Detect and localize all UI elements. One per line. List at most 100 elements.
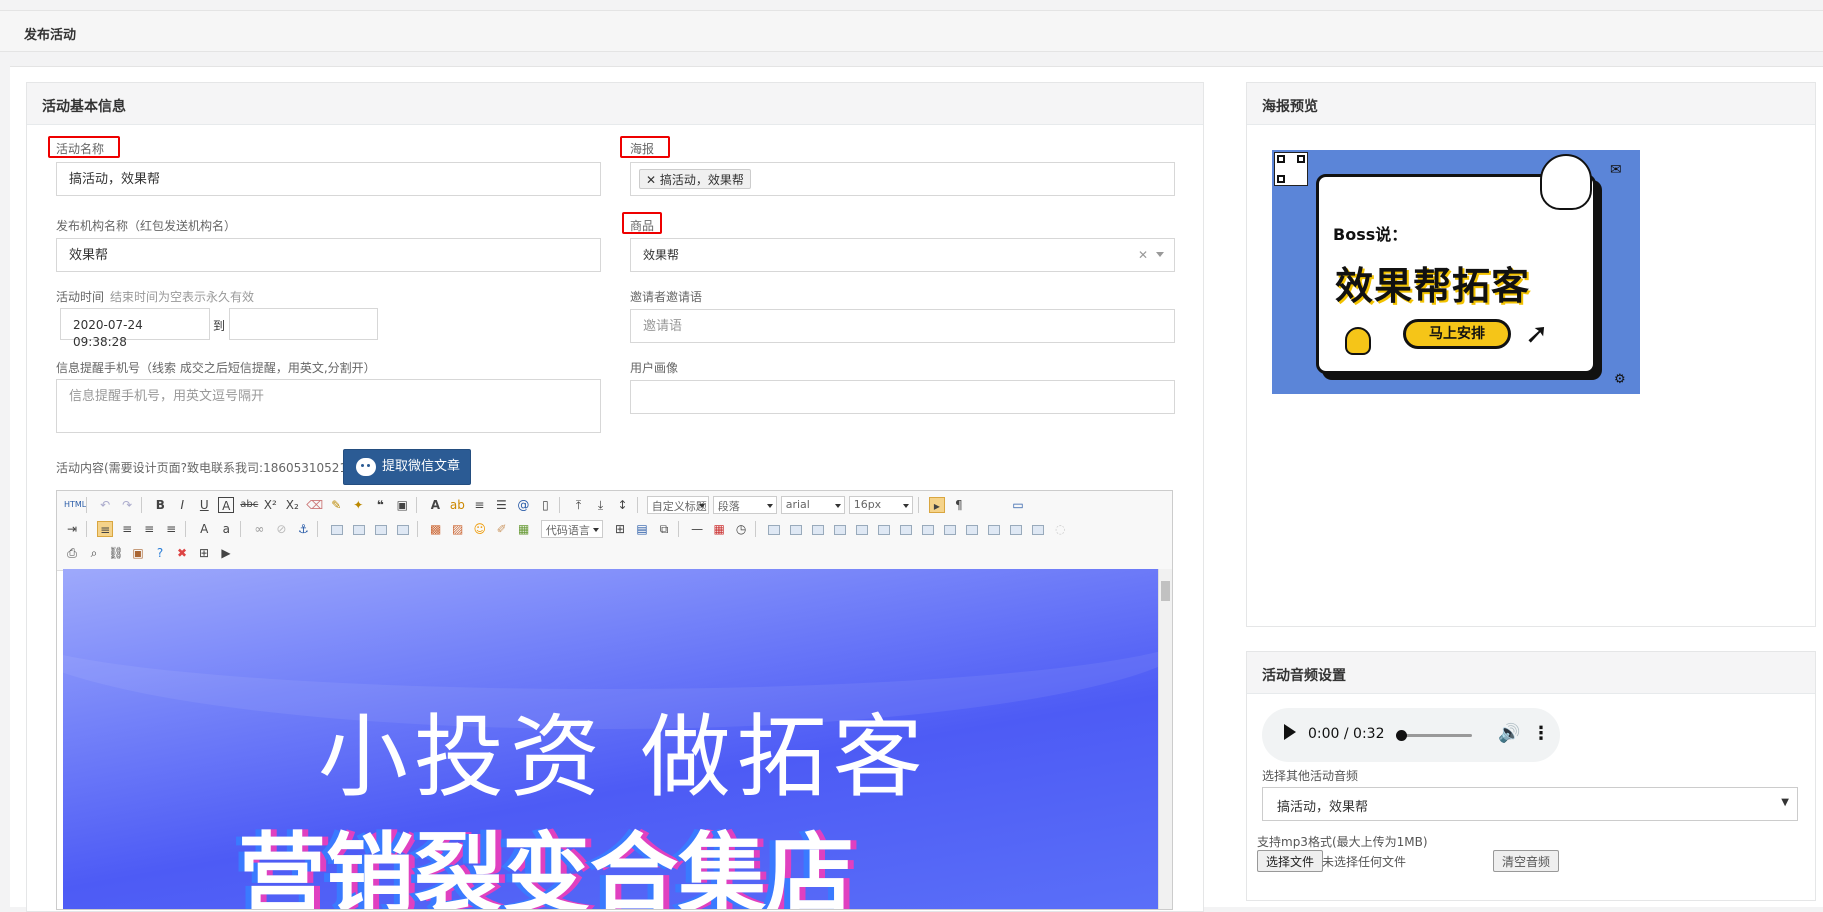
attachment-icon[interactable]: ⧉ [656, 521, 672, 537]
goods-select[interactable]: 效果帮 ✕ [630, 238, 1175, 272]
row-spacing-bottom-icon[interactable]: ⤓ [593, 497, 609, 513]
row-spacing-top-icon[interactable]: ⤒ [571, 497, 587, 513]
print-icon[interactable]: ⎙ [64, 545, 80, 561]
play-icon[interactable] [1284, 724, 1296, 740]
indent-icon[interactable]: ⇥ [64, 521, 80, 537]
insert-col-icon[interactable] [878, 524, 891, 535]
insert-table-icon[interactable] [768, 524, 781, 535]
poster-multiselect[interactable]: ✕ 搞活动，效果帮 [630, 162, 1175, 196]
editor-content[interactable]: 小投资 做拓客 营销裂变合集店 [63, 569, 1158, 909]
clear-icon[interactable]: ✕ [1138, 247, 1148, 264]
code-language-select[interactable]: 代码语言 [540, 520, 603, 538]
align-right-icon[interactable]: ≡ [141, 521, 157, 537]
start-time-input[interactable]: 2020-07-24 09:38:28 [60, 308, 210, 349]
lowercase-icon[interactable]: a [218, 521, 234, 537]
unordered-list-icon[interactable]: ☰ [493, 497, 509, 513]
ordered-list-icon[interactable]: ≡ [471, 497, 487, 513]
help-icon[interactable]: ? [152, 545, 168, 561]
border-text-icon[interactable]: A [218, 497, 235, 513]
font-color-icon[interactable]: A [427, 497, 443, 513]
audio-select[interactable]: 搞活动，效果帮 ▼ [1262, 787, 1798, 821]
charts-icon[interactable]: ◌ [1052, 521, 1068, 537]
line-height-icon[interactable]: ↕ [615, 497, 631, 513]
align-center-icon[interactable]: ≡ [119, 521, 135, 537]
phone-textarea[interactable]: 信息提醒手机号，用英文逗号隔开 [56, 379, 601, 433]
clear-doc-icon[interactable]: ▯ [537, 497, 553, 513]
strikethrough-icon[interactable]: abc [240, 497, 258, 513]
extract-wechat-button[interactable]: 提取微信文章 [343, 449, 472, 485]
merge-down-icon[interactable] [966, 524, 979, 535]
bg-color-icon[interactable]: ab [449, 497, 465, 513]
scrawl-icon[interactable]: ✐ [494, 521, 510, 537]
preview-icon[interactable]: ⌕ [86, 545, 102, 561]
anchor-icon[interactable]: ⚓ [295, 521, 311, 537]
merge-cells-icon[interactable] [922, 524, 935, 535]
search-replace-icon[interactable]: ⛓ [108, 545, 124, 561]
bold-icon[interactable]: B [152, 497, 168, 513]
invite-input[interactable]: 邀请语 [630, 309, 1175, 343]
rtl-icon[interactable]: ¶ [951, 497, 967, 513]
uppercase-icon[interactable]: A [196, 521, 212, 537]
audio-progress-knob[interactable] [1396, 730, 1407, 741]
align-left-icon[interactable]: ≡ [97, 521, 114, 537]
end-time-input[interactable] [229, 308, 378, 340]
font-size-select[interactable]: 16px [848, 496, 913, 514]
paste-text-icon[interactable]: ▣ [394, 497, 410, 513]
delete-table-icon[interactable] [790, 524, 803, 535]
redo-icon[interactable]: ↷ [119, 497, 135, 513]
unlink-icon[interactable]: ⊘ [273, 521, 289, 537]
emotion-icon[interactable]: ☺ [472, 521, 488, 537]
split-rows-icon[interactable] [1010, 524, 1023, 535]
editor-scrollbar[interactable] [1158, 569, 1172, 909]
subscript-icon[interactable]: X₂ [284, 497, 300, 513]
split-cells-icon[interactable] [988, 524, 1001, 535]
audio-player[interactable]: 0:00 / 0:32 🔊 ⋮ [1262, 708, 1560, 762]
horizontal-rule-icon[interactable]: — [689, 521, 705, 537]
delete-col-icon[interactable] [900, 524, 913, 535]
split-cols-icon[interactable] [1032, 524, 1045, 535]
activity-name-input[interactable]: 搞活动，效果帮 [56, 162, 601, 196]
volume-icon[interactable]: 🔊 [1498, 723, 1520, 744]
fullscreen-icon[interactable]: ▭ [1010, 497, 1026, 513]
auto-format-icon[interactable]: ✦ [350, 497, 366, 513]
drafts-icon[interactable]: ▣ [130, 545, 146, 561]
choose-file-button[interactable]: 选择文件 [1257, 850, 1324, 872]
tag-remove-icon[interactable]: ✕ [646, 173, 660, 187]
delete-row-icon[interactable] [856, 524, 869, 535]
superscript-icon[interactable]: X² [262, 497, 278, 513]
insert-para-before-table-icon[interactable] [812, 524, 825, 535]
ltr-icon[interactable]: ▸ [928, 497, 945, 513]
scrollbar-thumb[interactable] [1161, 581, 1170, 601]
insert-video-icon[interactable]: ▶ [218, 545, 234, 561]
image-none-icon[interactable] [330, 524, 343, 535]
quote-icon[interactable]: ❝ [372, 497, 388, 513]
map-icon[interactable]: ▦ [516, 521, 532, 537]
avatar-input[interactable] [630, 380, 1175, 414]
org-name-input[interactable]: 效果帮 [56, 238, 601, 272]
image-center-icon[interactable] [396, 524, 409, 535]
more-options-icon[interactable]: ⋮ [1532, 723, 1550, 744]
align-justify-icon[interactable]: ≡ [163, 521, 179, 537]
audio-progress-track[interactable] [1398, 734, 1472, 737]
image-left-icon[interactable] [352, 524, 365, 535]
italic-icon[interactable]: I [174, 497, 190, 513]
time-icon[interactable]: ◷ [733, 521, 749, 537]
html-source-icon[interactable]: HTML [64, 497, 86, 513]
wordimage-icon[interactable]: ✖ [174, 545, 190, 561]
format-brush-icon[interactable]: ✎ [328, 497, 344, 513]
underline-icon[interactable]: U [196, 497, 212, 513]
select-all-icon[interactable]: @ [515, 497, 531, 513]
link-icon[interactable]: ∞ [251, 521, 267, 537]
rich-text-editor[interactable]: HTML ↶ ↷ B I U Aabc X² X₂ ⌫ ✎ ✦ ❝ ▣ Aab ≡ ☰ @ ▯ ⤒ ⤓ ↕ 自定义… [56, 490, 1173, 910]
clear-audio-button[interactable]: 清空音频 [1493, 850, 1560, 872]
eraser-icon[interactable]: ⌫ [306, 497, 323, 513]
background-icon[interactable]: ▤ [634, 521, 650, 537]
date-icon[interactable]: ▦ [711, 521, 727, 537]
insert-row-icon[interactable] [834, 524, 847, 535]
poster-tag[interactable]: ✕ 搞活动，效果帮 [639, 169, 751, 189]
undo-icon[interactable]: ↶ [97, 497, 113, 513]
paragraph-select[interactable]: 段落 [712, 496, 777, 514]
image-right-icon[interactable] [374, 524, 387, 535]
multi-image-icon[interactable]: ▨ [450, 521, 466, 537]
autotypeset-icon[interactable]: ⊞ [196, 545, 212, 561]
